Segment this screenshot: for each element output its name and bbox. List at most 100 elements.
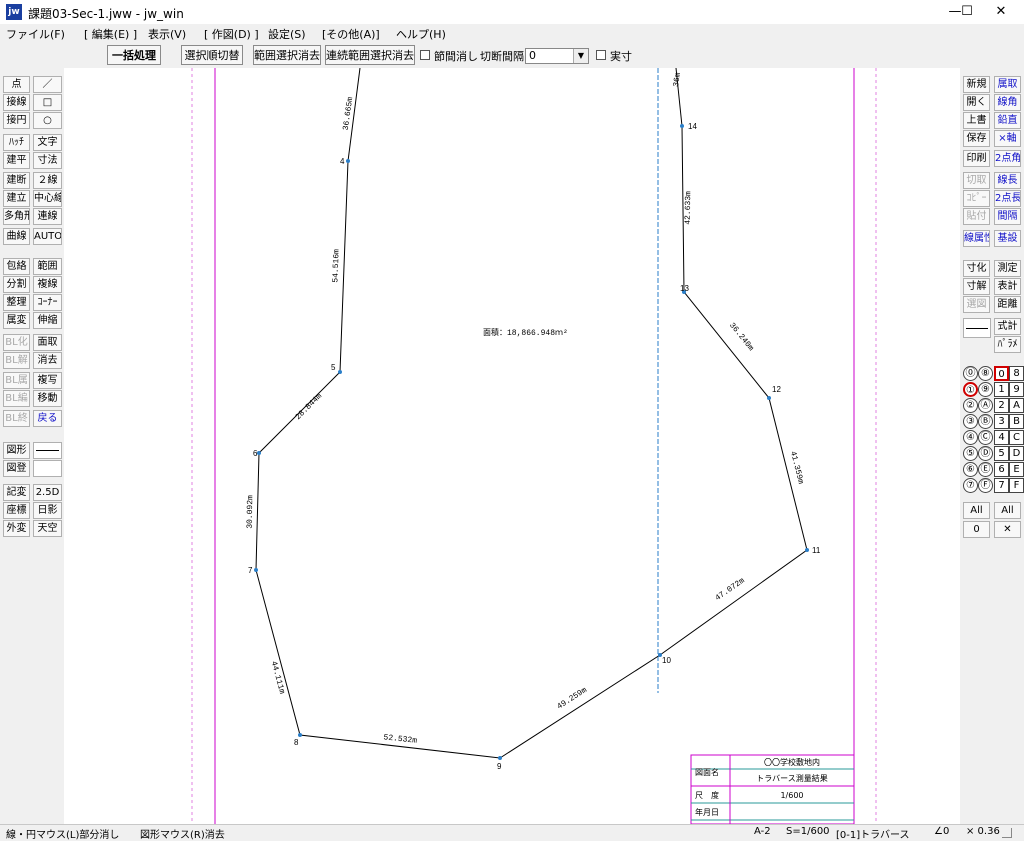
zero-button[interactable]: 0 <box>963 521 990 538</box>
tool-left-12[interactable]: 属変 <box>3 312 30 329</box>
group-button-2[interactable]: ② <box>963 398 978 413</box>
layer2-button-3[interactable]: B <box>1009 414 1024 429</box>
tool-rright-9[interactable]: 測定 <box>994 260 1021 277</box>
tool-rright-7[interactable]: 間隔 <box>994 208 1021 225</box>
tool-rleft-0[interactable]: 新規 <box>963 76 990 93</box>
layer-button-5[interactable]: 5 <box>994 446 1009 461</box>
range-clear-button[interactable]: 範囲選択消去 <box>253 45 321 65</box>
layer-button-2[interactable]: 2 <box>994 398 1009 413</box>
tool-rleft-6[interactable]: ｺﾋﾟｰ <box>963 190 990 207</box>
layer2-button-4[interactable]: C <box>1009 430 1024 445</box>
tool-right-16[interactable]: 移動 <box>33 390 62 407</box>
tool-left-6[interactable]: 建立 <box>3 190 30 207</box>
group-button-1[interactable]: ① <box>963 382 978 397</box>
tool-rright-6[interactable]: 2点長 <box>994 190 1021 207</box>
all-layer-button[interactable]: All <box>994 502 1021 519</box>
tool-left-21[interactable]: 座標 <box>3 502 30 519</box>
layer2-button-2[interactable]: A <box>1009 398 1024 413</box>
tool-right-6[interactable]: 中心線 <box>33 190 62 207</box>
layer-button-7[interactable]: 7 <box>994 478 1009 493</box>
tool-right-3[interactable]: 文字 <box>33 134 62 151</box>
tool-left-13[interactable]: BL化 <box>3 334 30 351</box>
continuous-range-clear-button[interactable]: 連続範囲選択消去 <box>325 45 415 65</box>
tool-left-1[interactable]: 接線 <box>3 94 30 111</box>
cut-interval-select[interactable]: 0 ▼ <box>525 48 589 64</box>
tool-left-17[interactable]: BL終 <box>3 410 30 427</box>
group2-button-5[interactable]: Ⓓ <box>978 446 993 461</box>
tool-rright-4[interactable]: 2点角 <box>994 150 1021 167</box>
tool-rleft-10[interactable]: 寸解 <box>963 278 990 295</box>
node-clear-checkbox[interactable] <box>420 50 430 60</box>
tool-right-7[interactable]: 連線 <box>33 208 62 225</box>
drawing-svg[interactable]: 4 5 6 7 8 9 10 11 12 13 14 36.665m 54.51… <box>64 68 960 824</box>
tool-left-0[interactable]: 点 <box>3 76 30 93</box>
layer-button-4[interactable]: 4 <box>994 430 1009 445</box>
tool-left-10[interactable]: 分割 <box>3 276 30 293</box>
menu-help[interactable]: ヘルプ(H) <box>396 26 446 42</box>
menu-settings[interactable]: 設定(S) <box>268 26 306 42</box>
menu-view[interactable]: 表示(V) <box>148 26 186 42</box>
survey-point[interactable] <box>298 733 302 737</box>
tool-right-4[interactable]: 寸法 <box>33 152 62 169</box>
group-button-4[interactable]: ④ <box>963 430 978 445</box>
tool-left-19[interactable]: 図登 <box>3 460 30 477</box>
tool-rright-2[interactable]: 鉛直 <box>994 112 1021 129</box>
line-attr-preview[interactable] <box>963 318 991 338</box>
traverse-polyline[interactable] <box>255 68 808 759</box>
tool-rright-13[interactable]: ﾊﾟﾗﾒ <box>994 336 1021 353</box>
group2-button-1[interactable]: ⑨ <box>978 382 993 397</box>
tool-rleft-11[interactable]: 選図 <box>963 296 990 313</box>
all-group-button[interactable]: All <box>963 502 990 519</box>
tool-right-14[interactable]: 消去 <box>33 352 62 369</box>
tool-left-11[interactable]: 整理 <box>3 294 30 311</box>
menu-other[interactable]: [その他(A)] <box>322 26 380 42</box>
x-button[interactable]: ✕ <box>994 521 1021 538</box>
tool-right-12[interactable]: 伸縮 <box>33 312 62 329</box>
tool-rleft-3[interactable]: 保存 <box>963 130 990 147</box>
tool-right-10[interactable]: 複線 <box>33 276 62 293</box>
tool-rright-11[interactable]: 距離 <box>994 296 1021 313</box>
tool-left-8[interactable]: 曲線 <box>3 228 30 245</box>
survey-point[interactable] <box>767 396 771 400</box>
tool-left-22[interactable]: 外変 <box>3 520 30 537</box>
line-style-preview[interactable] <box>33 442 62 459</box>
layer2-button-5[interactable]: D <box>1009 446 1024 461</box>
tool-right-5[interactable]: ２線 <box>33 172 62 189</box>
tool-left-2[interactable]: 接円 <box>3 112 30 129</box>
tool-right-9[interactable]: 範囲 <box>33 258 62 275</box>
tool-right-20[interactable]: 2.5D <box>33 484 62 501</box>
group2-button-2[interactable]: Ⓐ <box>978 398 993 413</box>
menu-edit[interactable]: [ 編集(E) ] <box>84 26 137 42</box>
bulk-process-button[interactable]: 一括処理 <box>107 45 161 65</box>
layer-button-0[interactable]: 0 <box>994 366 1009 381</box>
survey-point[interactable] <box>257 451 261 455</box>
tool-right-15[interactable]: 複写 <box>33 372 62 389</box>
tool-rright-5[interactable]: 線長 <box>994 172 1021 189</box>
layer2-button-1[interactable]: 9 <box>1009 382 1024 397</box>
tool-left-20[interactable]: 記変 <box>3 484 30 501</box>
tool-left-14[interactable]: BL解 <box>3 352 30 369</box>
drawing-canvas[interactable]: 4 5 6 7 8 9 10 11 12 13 14 36.665m 54.51… <box>64 68 960 824</box>
tool-right-8[interactable]: AUTO <box>33 228 62 245</box>
tool-rleft-1[interactable]: 開く <box>963 94 990 111</box>
tool-rleft-5[interactable]: 切取 <box>963 172 990 189</box>
tool-rleft-4[interactable]: 印刷 <box>963 150 990 167</box>
layer-button-6[interactable]: 6 <box>994 462 1009 477</box>
tool-rright-1[interactable]: 線角 <box>994 94 1021 111</box>
menu-draw[interactable]: [ 作図(D) ] <box>204 26 259 42</box>
layer2-button-7[interactable]: F <box>1009 478 1024 493</box>
tool-right-0[interactable]: ／ <box>33 76 62 93</box>
survey-point[interactable] <box>805 548 809 552</box>
resize-grip-icon[interactable] <box>1002 828 1012 838</box>
group-button-7[interactable]: ⑦ <box>963 478 978 493</box>
layer-button-1[interactable]: 1 <box>994 382 1009 397</box>
survey-point[interactable] <box>680 124 684 128</box>
tool-left-3[interactable]: ﾊｯﾁ <box>3 134 30 151</box>
group-button-0[interactable]: ⓪ <box>963 366 978 381</box>
tool-rright-10[interactable]: 表計 <box>994 278 1021 295</box>
tool-right-21[interactable]: 日影 <box>33 502 62 519</box>
group2-button-4[interactable]: Ⓒ <box>978 430 993 445</box>
group-button-3[interactable]: ③ <box>963 414 978 429</box>
tool-left-16[interactable]: BL編 <box>3 390 30 407</box>
tool-left-9[interactable]: 包絡 <box>3 258 30 275</box>
